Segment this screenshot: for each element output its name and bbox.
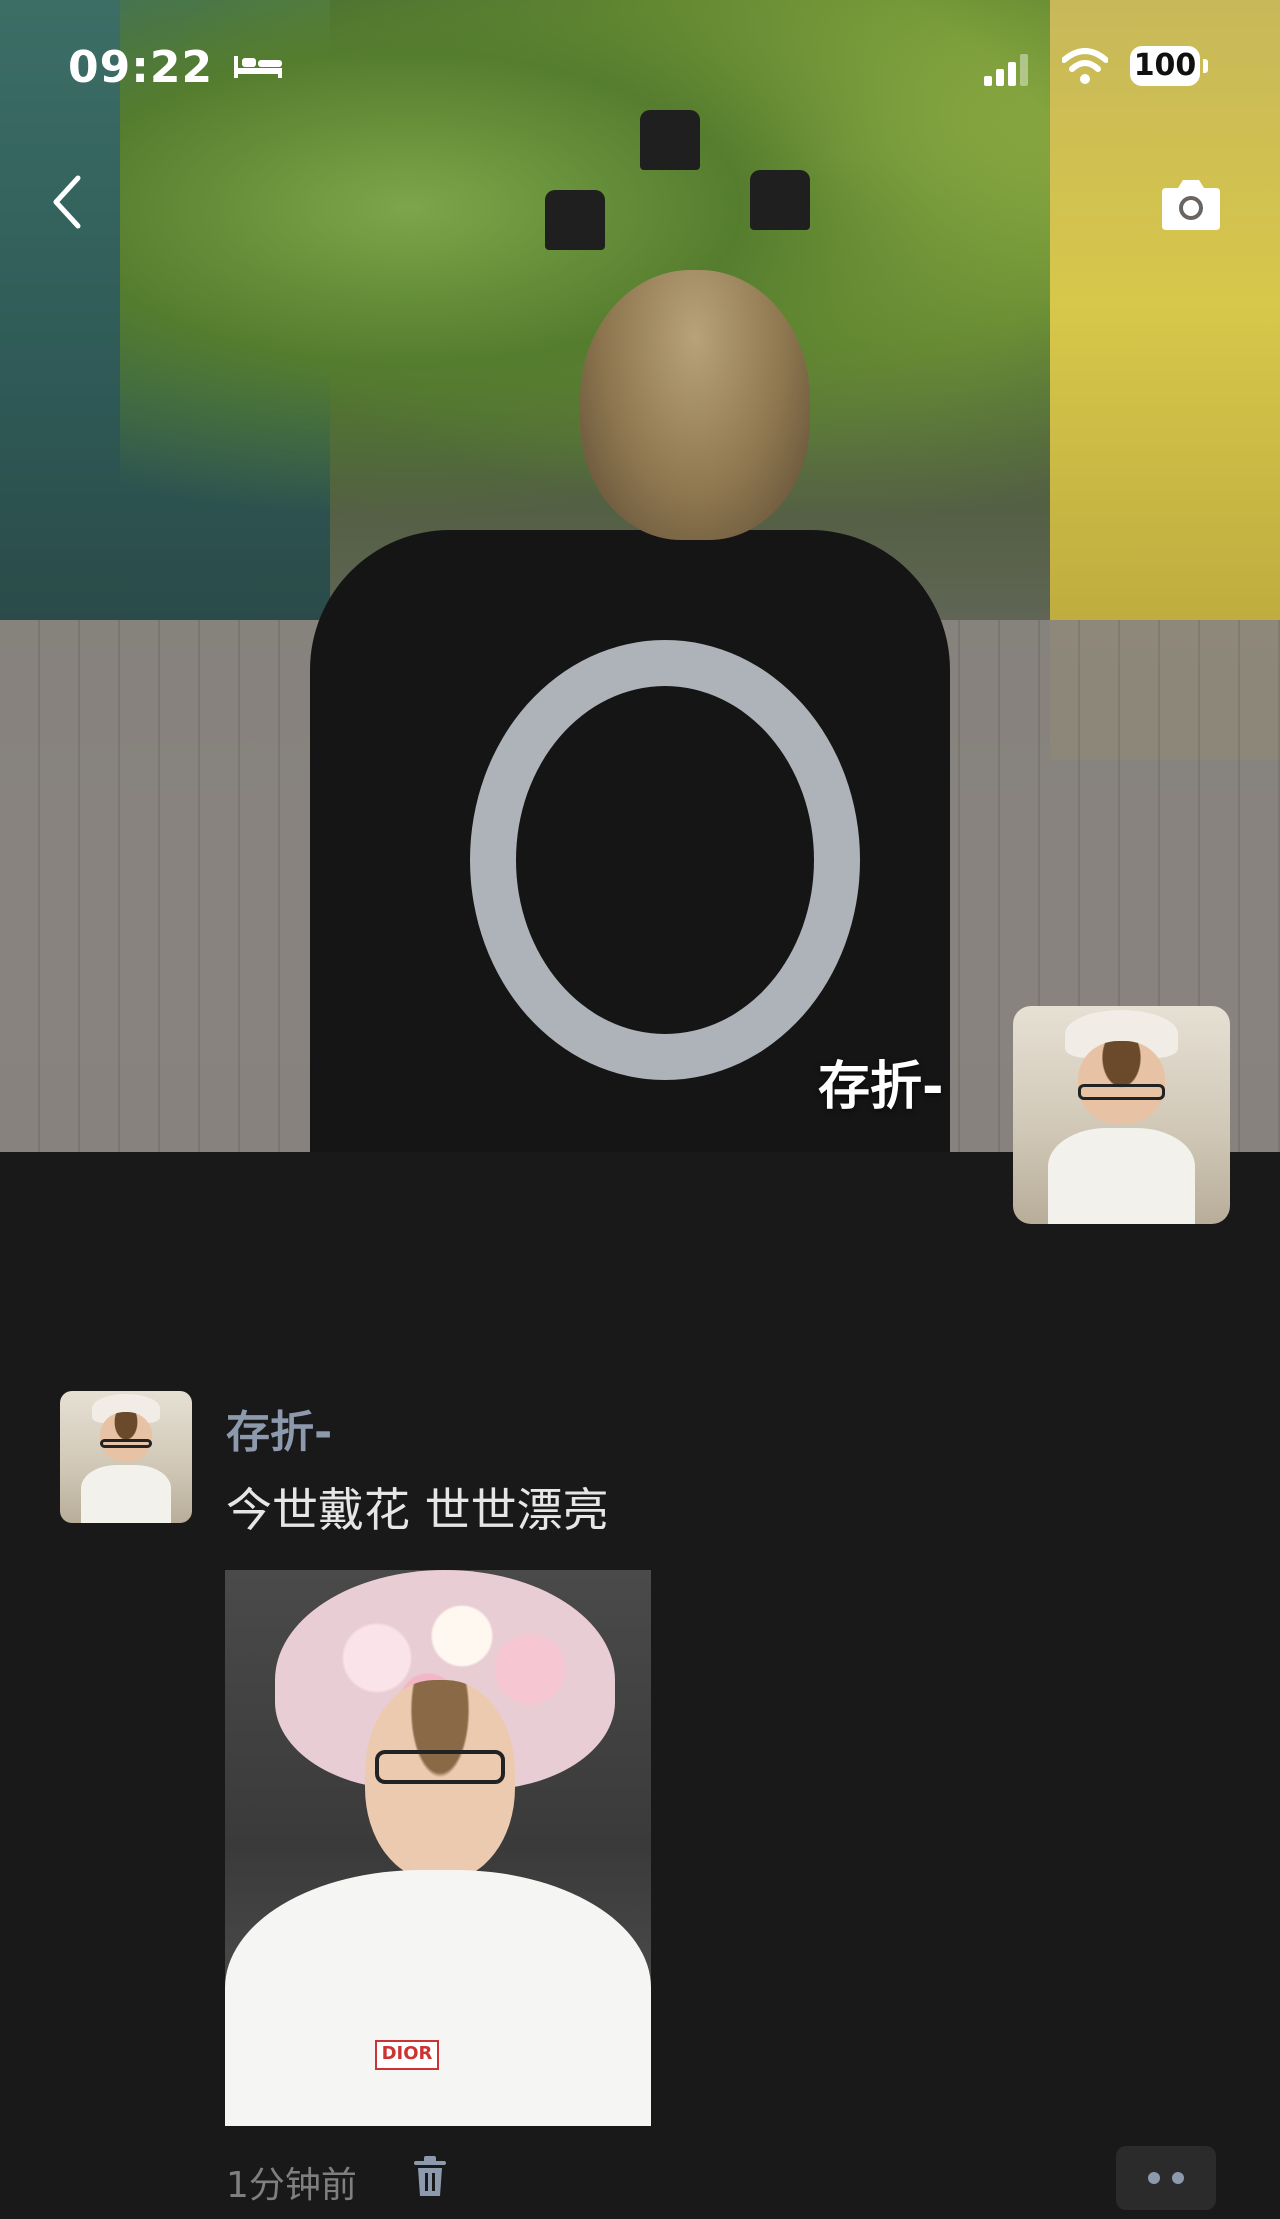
post-author-name[interactable]: 存折- bbox=[226, 1396, 332, 1460]
avatar-body bbox=[81, 1464, 171, 1523]
status-bar: 09:22 100 bbox=[0, 0, 1280, 140]
avatar-glasses bbox=[99, 1438, 153, 1448]
bed-icon bbox=[234, 56, 282, 78]
post-photo[interactable]: DIOR bbox=[225, 1570, 651, 2126]
photo-white-shirt bbox=[225, 1870, 651, 2126]
cover-lamp bbox=[750, 170, 810, 230]
photo-glasses bbox=[375, 1750, 505, 1784]
camera-icon[interactable] bbox=[1158, 178, 1224, 232]
avatar-face bbox=[1078, 1040, 1165, 1124]
more-dots-icon bbox=[1172, 2172, 1184, 2184]
chevron-left-icon[interactable] bbox=[44, 172, 92, 232]
profile-name: 存折- bbox=[818, 1057, 944, 1117]
post-timestamp: 1分钟前 bbox=[226, 2165, 357, 2206]
battery-icon: 100 bbox=[1130, 46, 1208, 86]
photo-shirt-badge: DIOR bbox=[375, 2040, 439, 2070]
wifi-icon bbox=[1062, 48, 1108, 84]
trash-icon[interactable] bbox=[412, 2156, 448, 2198]
signal-icon bbox=[984, 54, 1028, 86]
status-time: 09:22 bbox=[68, 42, 214, 93]
avatar-face bbox=[99, 1412, 153, 1463]
cover-shirt-graphic bbox=[470, 640, 860, 1080]
more-dots-icon bbox=[1148, 2172, 1160, 2184]
avatar-body bbox=[1047, 1128, 1196, 1224]
cover-person-head bbox=[580, 270, 810, 540]
post-author-avatar[interactable] bbox=[60, 1391, 192, 1523]
cover-lamp bbox=[545, 190, 605, 250]
avatar-glasses bbox=[1078, 1084, 1165, 1100]
cover-photo[interactable] bbox=[0, 0, 1280, 1152]
more-options-button[interactable] bbox=[1116, 2146, 1216, 2210]
post-text: 今世戴花 世世漂亮 bbox=[226, 1483, 609, 1537]
profile-avatar[interactable] bbox=[1013, 1006, 1230, 1224]
